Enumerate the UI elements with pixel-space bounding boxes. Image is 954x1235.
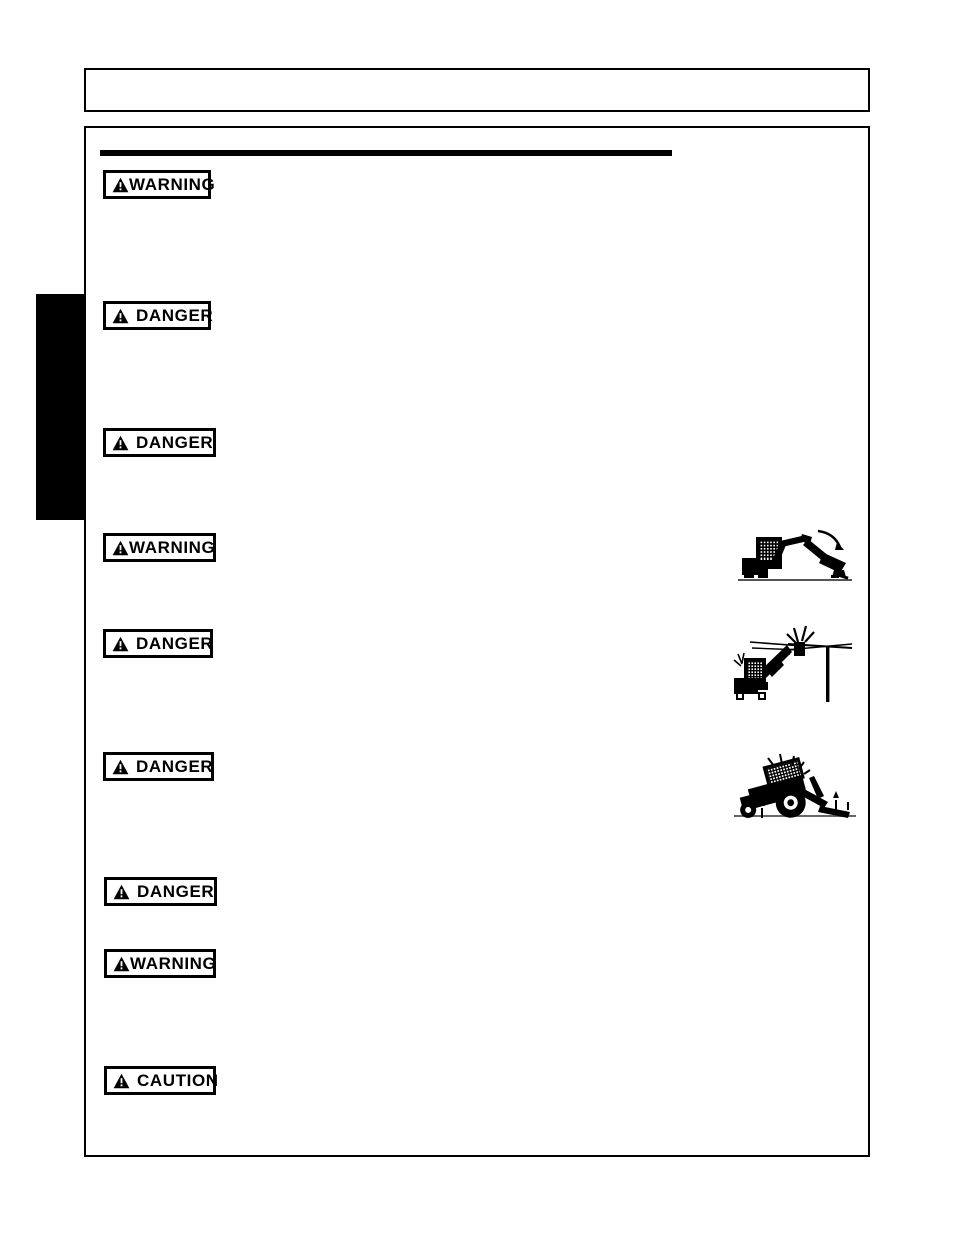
tractor-rollover-tip-over-hazard-illustration — [732, 752, 858, 824]
signal-word: DANGER — [136, 433, 214, 452]
safety-alert-triangle-icon — [112, 759, 129, 775]
signal-word: CAUTION — [137, 1071, 219, 1090]
safety-alert-triangle-icon — [112, 540, 129, 556]
signal-word: DANGER — [137, 882, 215, 901]
boom-mower-struck-by-person-hazard-illustration — [736, 525, 854, 585]
signal-word: WARNING — [129, 538, 216, 557]
signal-label-warning-1: WARNING — [103, 170, 215, 199]
section-heading-rule — [100, 150, 672, 156]
signal-label-danger-5: DANGER — [104, 877, 217, 906]
signal-label-warning-2: WARNING — [103, 533, 216, 562]
signal-label-danger-1: DANGER — [103, 301, 214, 330]
signal-label-danger-4: DANGER — [103, 752, 214, 781]
safety-alert-triangle-icon — [112, 435, 129, 451]
safety-alert-triangle-icon — [113, 956, 130, 972]
manual-page: WARNING DANGER DANGER WARNING DANGER DAN… — [0, 0, 954, 1235]
signal-word: DANGER — [136, 757, 214, 776]
section-thumb-tab — [36, 294, 84, 520]
signal-label-danger-2: DANGER — [103, 428, 216, 457]
signal-label-danger-3: DANGER — [103, 629, 213, 658]
signal-word: DANGER — [136, 306, 214, 325]
safety-alert-triangle-icon — [113, 1073, 130, 1089]
safety-alert-triangle-icon — [113, 884, 130, 900]
page-header-text — [86, 70, 868, 82]
page-header-box — [84, 68, 870, 112]
signal-word: DANGER — [136, 634, 214, 653]
signal-word: WARNING — [129, 175, 216, 194]
signal-label-warning-3: WARNING — [104, 949, 216, 978]
signal-label-caution-1: CAUTION — [104, 1066, 219, 1095]
safety-alert-triangle-icon — [112, 636, 129, 652]
overhead-power-line-electrocution-hazard-illustration — [730, 620, 855, 705]
safety-alert-triangle-icon — [112, 177, 129, 193]
safety-alert-triangle-icon — [112, 308, 129, 324]
signal-word: WARNING — [130, 954, 217, 973]
